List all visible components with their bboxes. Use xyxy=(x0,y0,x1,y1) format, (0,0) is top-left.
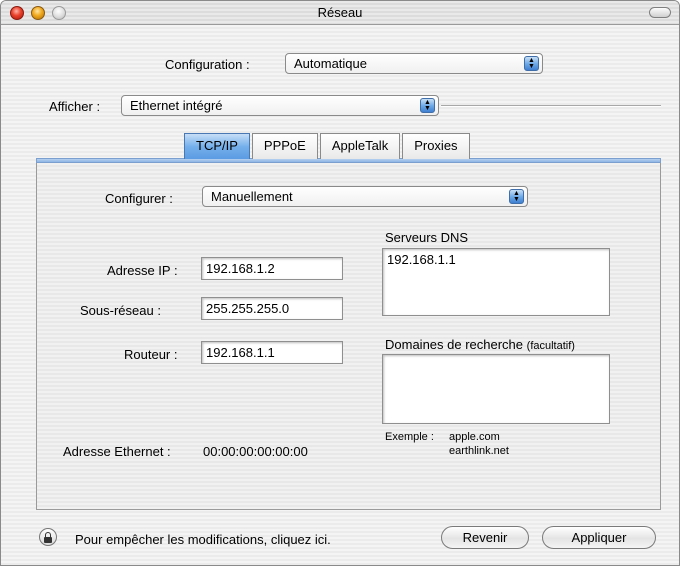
lock-instructions: Pour empêcher les modifications, cliquez… xyxy=(75,532,331,547)
ethernet-address-value: 00:00:00:00:00:00 xyxy=(203,444,308,459)
apply-button[interactable]: Appliquer xyxy=(542,526,656,549)
configuration-label: Configuration : xyxy=(165,57,250,72)
configurer-value: Manuellement xyxy=(211,189,293,204)
toolbar-toggle-icon[interactable] xyxy=(649,7,671,18)
tab-bar: TCP/IP PPPoE AppleTalk Proxies xyxy=(184,133,472,159)
dns-servers-field[interactable]: 192.168.1.1 xyxy=(382,248,610,316)
example-label: Exemple : xyxy=(385,431,434,443)
dns-servers-label: Serveurs DNS xyxy=(385,230,469,245)
configuration-value: Automatique xyxy=(294,56,367,71)
tab-proxies[interactable]: Proxies xyxy=(402,133,470,159)
network-preferences-window: Réseau Configuration : Automatique ▲ ▼ Af… xyxy=(0,0,680,566)
window-title: Réseau xyxy=(317,5,363,20)
tab-tcpip[interactable]: TCP/IP xyxy=(184,133,250,159)
search-domains-field[interactable] xyxy=(382,354,610,424)
updown-arrows-icon: ▲ ▼ xyxy=(524,56,539,71)
subnet-field[interactable]: 255.255.255.0 xyxy=(201,297,343,320)
configurer-popup[interactable]: Manuellement ▲ ▼ xyxy=(202,186,528,207)
search-domains-optional: (facultatif) xyxy=(526,340,575,352)
configurer-label: Configurer : xyxy=(105,191,173,206)
tab-appletalk[interactable]: AppleTalk xyxy=(319,133,401,159)
configuration-popup[interactable]: Automatique ▲ ▼ xyxy=(285,53,543,74)
ethernet-address-label: Adresse Ethernet : xyxy=(63,444,171,459)
ip-address-field[interactable]: 192.168.1.2 xyxy=(201,257,343,280)
updown-arrows-icon: ▲ ▼ xyxy=(420,98,435,113)
updown-arrows-icon: ▲ ▼ xyxy=(509,189,524,204)
subnet-label: Sous-réseau : xyxy=(80,303,161,318)
example-line-1: apple.com xyxy=(449,431,500,443)
tab-pppoe[interactable]: PPPoE xyxy=(251,133,318,159)
divider-line xyxy=(441,105,661,107)
afficher-value: Ethernet intégré xyxy=(130,98,223,113)
title-bar[interactable]: Réseau xyxy=(1,1,679,25)
afficher-label: Afficher : xyxy=(49,99,101,114)
afficher-popup[interactable]: Ethernet intégré ▲ ▼ xyxy=(121,95,439,116)
router-field[interactable]: 192.168.1.1 xyxy=(201,341,343,364)
search-domains-label: Domaines de recherche (facultatif) xyxy=(385,337,575,352)
ip-address-label: Adresse IP : xyxy=(107,263,178,278)
lock-icon[interactable] xyxy=(39,528,57,546)
search-domains-title: Domaines de recherche xyxy=(385,337,524,352)
example-line-2: earthlink.net xyxy=(449,445,509,457)
router-label: Routeur : xyxy=(124,347,178,362)
revert-button[interactable]: Revenir xyxy=(441,526,529,549)
